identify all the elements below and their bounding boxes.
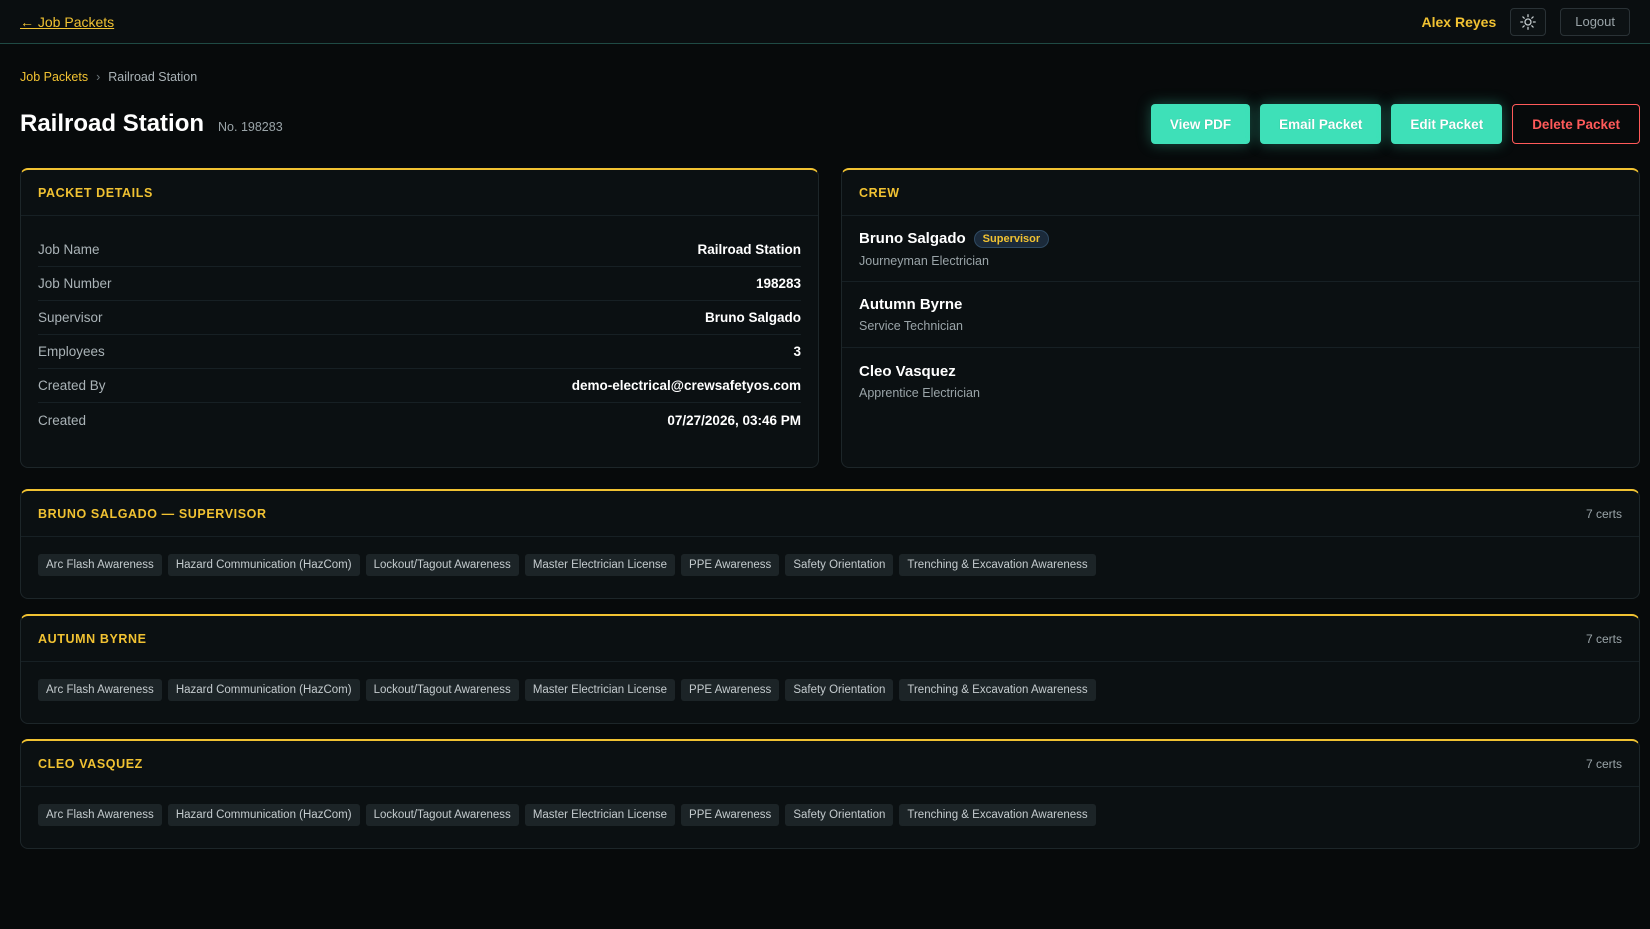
detail-label: Job Name [38,242,100,257]
cert-tag: PPE Awareness [681,679,780,701]
cert-tag: Master Electrician License [524,679,676,701]
cert-tag-list: Arc Flash Awareness Hazard Communication… [21,787,1639,843]
crew-member: Autumn Byrne Service Technician [842,282,1639,348]
detail-row-supervisor: Supervisor Bruno Salgado [38,301,801,335]
cert-tag: Arc Flash Awareness [38,554,162,576]
packet-actions: View PDF Email Packet Edit Packet Delete… [1150,104,1640,144]
delete-packet-button[interactable]: Delete Packet [1512,104,1640,144]
topbar-right: Alex Reyes Logout [1421,7,1630,36]
cert-tag-list: Arc Flash Awareness Hazard Communication… [21,537,1639,593]
cert-tag: Arc Flash Awareness [38,804,162,826]
crew-name-row: Cleo Vasquez [859,363,1622,380]
detail-label: Employees [38,344,105,359]
crew-title: CREW [859,185,900,200]
crew-header: CREW [842,170,1639,216]
cert-tag: Trenching & Excavation Awareness [899,554,1096,576]
detail-row-employees: Employees 3 [38,335,801,369]
crew-member: Bruno Salgado Supervisor Journeyman Elec… [842,216,1639,282]
detail-row-created: Created 07/27/2026, 03:46 PM [38,403,801,437]
cert-count: 7 certs [1585,506,1622,521]
breadcrumb-job-packets[interactable]: Job Packets [20,70,88,84]
cert-tag: Safety Orientation [785,554,894,576]
cert-tag: Safety Orientation [785,804,894,826]
detail-label: Job Number [38,276,112,291]
view-pdf-button[interactable]: View PDF [1150,104,1251,144]
cert-count: 7 certs [1585,631,1622,646]
detail-row-job-name: Job Name Railroad Station [38,233,801,267]
user-name: Alex Reyes [1421,13,1497,30]
sun-icon [1520,13,1537,30]
logout-button[interactable]: Logout [1560,7,1630,36]
detail-label: Created [38,412,87,428]
detail-row-job-number: Job Number 198283 [38,267,801,301]
detail-value: 3 [793,344,801,359]
cert-tag: Master Electrician License [524,804,676,826]
packet-details-card: PACKET DETAILS Job Name Railroad Station… [20,168,819,468]
cert-tag: PPE Awareness [681,804,780,826]
crew-member-name: Bruno Salgado [859,230,966,247]
detail-row-created-by: Created By demo-electrical@crewsafetyos.… [38,369,801,403]
cert-tag: Safety Orientation [785,679,894,701]
cert-section-title: AUTUMN BYRNE [38,631,147,646]
title-row: Railroad Station No. 198283 View PDF Ema… [20,104,1640,144]
cert-tag: Lockout/Tagout Awareness [365,679,519,701]
detail-label: Created By [38,378,106,393]
packet-details-title: PACKET DETAILS [38,185,153,200]
cert-tag: Arc Flash Awareness [38,679,162,701]
cert-tag: PPE Awareness [681,554,780,576]
top-bar: ← Job Packets Alex Reyes Logout [0,0,1650,44]
cert-section-title: CLEO VASQUEZ [38,756,143,771]
cert-section-header: AUTUMN BYRNE 7 certs [21,616,1639,662]
edit-packet-button[interactable]: Edit Packet [1391,104,1503,144]
back-to-job-packets-link[interactable]: ← Job Packets [20,14,114,30]
breadcrumb-current: Railroad Station [108,70,198,84]
packet-details-header: PACKET DETAILS [21,170,818,216]
detail-value: 07/27/2026, 03:46 PM [667,412,801,428]
cert-count: 7 certs [1585,756,1622,771]
page-title: Railroad Station [20,110,205,137]
cert-tag: Lockout/Tagout Awareness [365,804,519,826]
title-group: Railroad Station No. 198283 [20,110,283,138]
detail-value: Bruno Salgado [704,310,801,325]
detail-value: 198283 [755,276,801,291]
cert-section-cleo-vasquez: CLEO VASQUEZ 7 certs Arc Flash Awareness… [20,739,1640,849]
cert-tag: Lockout/Tagout Awareness [365,554,519,576]
cert-tag: Hazard Communication (HazCom) [167,679,360,701]
email-packet-button[interactable]: Email Packet [1260,104,1382,144]
cert-section-header: CLEO VASQUEZ 7 certs [21,741,1639,787]
theme-toggle-button[interactable] [1510,7,1547,36]
cert-tag: Master Electrician License [524,554,676,576]
crew-member-name: Autumn Byrne [859,296,963,313]
cert-tag: Trenching & Excavation Awareness [899,804,1096,826]
crew-member-role: Service Technician [859,319,963,333]
job-number-label: No. 198283 [218,120,283,134]
crew-member: Cleo Vasquez Apprentice Electrician [842,348,1639,414]
crew-name-row: Autumn Byrne [859,296,1622,313]
crew-member-name: Cleo Vasquez [859,362,956,380]
supervisor-badge: Supervisor [973,229,1050,248]
cert-tag: Hazard Communication (HazCom) [167,554,360,576]
detail-value: Railroad Station [697,242,801,257]
cert-tag: Hazard Communication (HazCom) [167,804,360,826]
cert-section-bruno-salgado: BRUNO SALGADO — SUPERVISOR 7 certs Arc F… [20,489,1640,599]
detail-value: demo-electrical@crewsafetyos.com [571,378,801,393]
packet-details-list: Job Name Railroad Station Job Number 198… [21,216,818,437]
cert-section-title: BRUNO SALGADO — SUPERVISOR [38,506,267,521]
crew-name-row: Bruno Salgado Supervisor [859,229,1622,248]
cert-section-autumn-byrne: AUTUMN BYRNE 7 certs Arc Flash Awareness… [20,614,1640,724]
crew-member-role: Apprentice Electrician [859,385,980,400]
detail-label: Supervisor [38,310,103,325]
breadcrumb: Job Packets › Railroad Station [20,70,197,84]
breadcrumb-separator: › [96,70,101,84]
cert-tag: Trenching & Excavation Awareness [899,679,1096,701]
crew-card: CREW Bruno Salgado Supervisor Journeyman… [841,168,1640,468]
cert-section-header: BRUNO SALGADO — SUPERVISOR 7 certs [21,491,1639,537]
crew-member-role: Journeyman Electrician [859,253,989,268]
cert-tag-list: Arc Flash Awareness Hazard Communication… [21,662,1639,718]
